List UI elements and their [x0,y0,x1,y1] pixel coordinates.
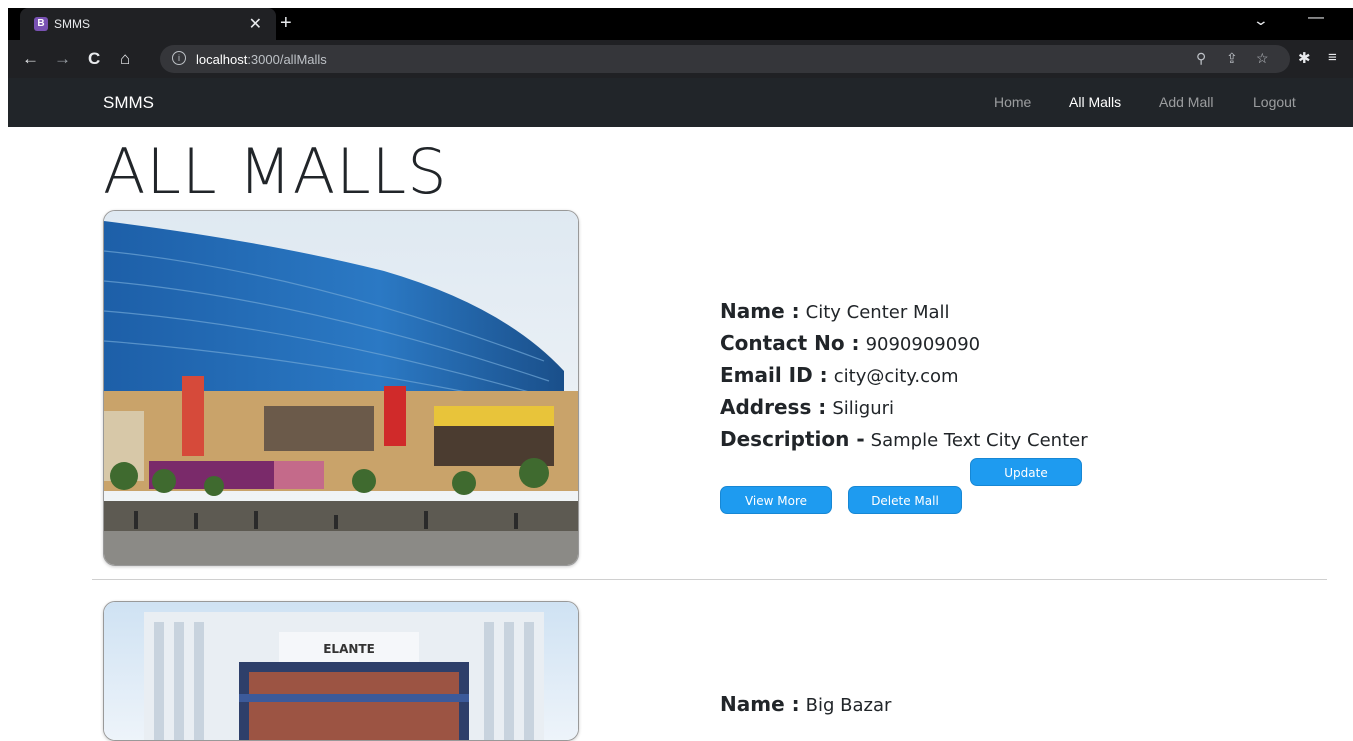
nav-link-all-malls[interactable]: All Malls [1069,94,1121,110]
page-title: ALL MALLS [103,135,448,208]
tab-title: SMMS [54,17,90,31]
view-more-button[interactable]: View More [720,486,832,514]
mall-contact: 9090909090 [865,334,981,355]
mall-address: Siliguri [832,398,895,419]
zoom-icon[interactable]: ⚲ [1196,50,1206,67]
minimize-window-icon[interactable]: — [1308,9,1324,27]
mall-name: City Center Mall [805,302,950,323]
bootstrap-favicon-icon: B [34,17,48,31]
tab-search-chevron-icon[interactable]: ⌄ [1253,12,1269,29]
address-bar[interactable]: i localhost:3000/allMalls ⚲ ⇪ ☆ [160,45,1290,73]
navbar-brand[interactable]: SMMS [103,93,154,113]
mall-description: Sample Text City Center [870,430,1088,451]
reload-icon[interactable]: C [88,49,100,69]
mall-contact-row: Contact No : 9090909090 [720,331,981,355]
browser-toolbar: ← → C ⌂ i localhost:3000/allMalls ⚲ ⇪ ☆ … [8,40,1353,78]
new-tab-icon[interactable]: + [280,12,292,35]
site-info-icon[interactable]: i [172,51,186,65]
mall-image-big-bazar: ELANTE [103,601,579,741]
mall-email-row: Email ID : city@city.com [720,363,959,387]
mall-image-city-center [103,210,579,566]
home-icon[interactable]: ⌂ [120,49,130,69]
elante-sign: ELANTE [323,642,375,656]
forward-arrow-icon[interactable]: → [54,49,71,69]
nav-link-home[interactable]: Home [994,94,1031,110]
mall-name: Big Bazar [805,695,892,716]
url-text: localhost:3000/allMalls [196,52,327,67]
mall-info-big-bazar: Name : Big Bazar [720,689,891,721]
app-navbar: SMMS Home All Malls Add Mall Logout [8,78,1353,127]
reading-list-icon[interactable]: ≡ [1328,49,1337,66]
nav-link-logout[interactable]: Logout [1253,94,1296,110]
browser-tab[interactable]: B SMMS ✕ [20,8,276,40]
delete-mall-button[interactable]: Delete Mall [848,486,962,514]
mall-address-row: Address : Siliguri [720,395,895,419]
mall-name-row: Name : Big Bazar [720,692,892,716]
extensions-puzzle-icon[interactable]: ✱ [1298,49,1311,67]
mall-email: city@city.com [833,366,959,387]
back-arrow-icon[interactable]: ← [22,49,39,69]
mall-actions: View More Delete Mall Update Details [720,458,1088,514]
close-tab-icon[interactable]: ✕ [249,14,262,34]
browser-tab-strip: B SMMS ✕ + ⌄ — [8,8,1353,40]
nav-link-add-mall[interactable]: Add Mall [1159,94,1213,110]
mall-divider [92,579,1327,580]
mall-name-row: Name : City Center Mall [720,299,950,323]
mall-description-row: Description - Sample Text City Center [720,427,1088,451]
share-icon[interactable]: ⇪ [1226,50,1238,67]
update-details-button[interactable]: Update Details [970,458,1082,508]
bookmark-star-icon[interactable]: ☆ [1256,50,1269,67]
mall-info-city-center: Name : City Center Mall Contact No : 909… [720,296,1088,514]
